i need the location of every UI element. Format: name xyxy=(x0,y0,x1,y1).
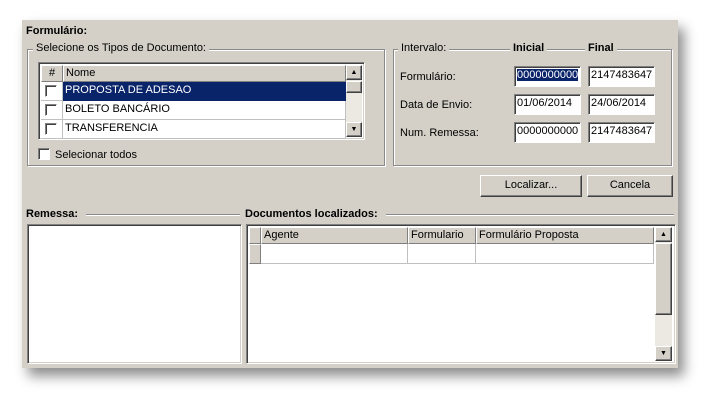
num-remessa-initial-input[interactable]: 0000000000 xyxy=(514,122,581,143)
doc-type-row[interactable]: PROPOSTA DE ADESAO xyxy=(41,82,346,101)
select-all-checkbox[interactable] xyxy=(38,148,50,160)
row-checkbox[interactable] xyxy=(45,123,57,135)
num-remessa-label: Num. Remessa: xyxy=(400,127,479,139)
data-envio-initial-input[interactable]: 01/06/2014 xyxy=(514,94,581,115)
doc-type-row[interactable]: BOLETO BANCÁRIO xyxy=(41,101,346,120)
col-header-formulario-proposta[interactable]: Formulário Proposta xyxy=(476,227,654,244)
doc-type-name: TRANSFERENCIA xyxy=(63,120,346,139)
doc-type-name: PROPOSTA DE ADESAO xyxy=(63,82,346,101)
data-envio-label: Data de Envio: xyxy=(400,99,473,111)
row-indicator[interactable] xyxy=(249,244,261,264)
data-envio-final-input[interactable]: 24/06/2014 xyxy=(588,94,655,115)
scroll-thumb[interactable] xyxy=(346,81,362,93)
scroll-thumb[interactable] xyxy=(655,243,672,315)
form-panel: Formulário: Selecione os Tipos de Docume… xyxy=(22,20,678,368)
row-indicator-header xyxy=(249,227,261,244)
col-header-agente[interactable]: Agente xyxy=(261,227,408,244)
search-button[interactable]: Localizar... xyxy=(480,175,582,197)
remessa-list[interactable] xyxy=(27,224,242,364)
doc-type-name: BOLETO BANCÁRIO xyxy=(63,101,346,120)
col-header-formulario[interactable]: Formulario xyxy=(408,227,476,244)
documents-scrollbar[interactable]: ▲ ▼ xyxy=(655,227,672,361)
select-all-label: Selecionar todos xyxy=(55,149,137,161)
interval-final-header: Final xyxy=(585,42,617,55)
col-header-nome[interactable]: Nome xyxy=(63,65,346,82)
scroll-down-icon[interactable]: ▼ xyxy=(346,122,362,137)
doc-type-row[interactable]: TRANSFERENCIA xyxy=(41,120,346,139)
scroll-down-icon[interactable]: ▼ xyxy=(655,346,672,361)
form-title: Formulário: xyxy=(26,25,88,37)
documents-grid[interactable]: Agente Formulario Formulário Proposta ▲ … xyxy=(246,224,676,364)
cancel-button[interactable]: Cancela xyxy=(587,175,673,197)
documents-divider xyxy=(386,214,674,216)
doc-types-grid[interactable]: # Nome PROPOSTA DE ADESAO BOLETO BANCÁRI… xyxy=(38,62,365,140)
scroll-up-icon[interactable]: ▲ xyxy=(346,65,362,80)
remessa-label: Remessa: xyxy=(26,208,78,220)
row-checkbox[interactable] xyxy=(45,104,57,116)
formulario-final-input[interactable]: 2147483647 xyxy=(588,66,655,87)
remessa-divider xyxy=(86,214,240,216)
col-header-check: # xyxy=(41,65,63,82)
documents-label: Documentos localizados: xyxy=(245,208,378,220)
doc-types-legend: Selecione os Tipos de Documento: xyxy=(33,42,209,55)
scroll-up-icon[interactable]: ▲ xyxy=(655,227,672,242)
interval-legend: Intervalo: xyxy=(398,42,450,55)
cell-formulario[interactable] xyxy=(408,244,476,264)
row-checkbox[interactable] xyxy=(45,85,57,97)
formulario-initial-input[interactable]: 0000000000 xyxy=(514,66,581,87)
cell-formulario-proposta[interactable] xyxy=(476,244,654,264)
doc-types-scrollbar[interactable]: ▲ ▼ xyxy=(346,65,362,137)
cell-agente[interactable] xyxy=(261,244,408,264)
interval-initial-header: Inicial xyxy=(510,42,548,55)
formulario-label: Formulário: xyxy=(400,71,456,83)
num-remessa-final-input[interactable]: 2147483647 xyxy=(588,122,655,143)
